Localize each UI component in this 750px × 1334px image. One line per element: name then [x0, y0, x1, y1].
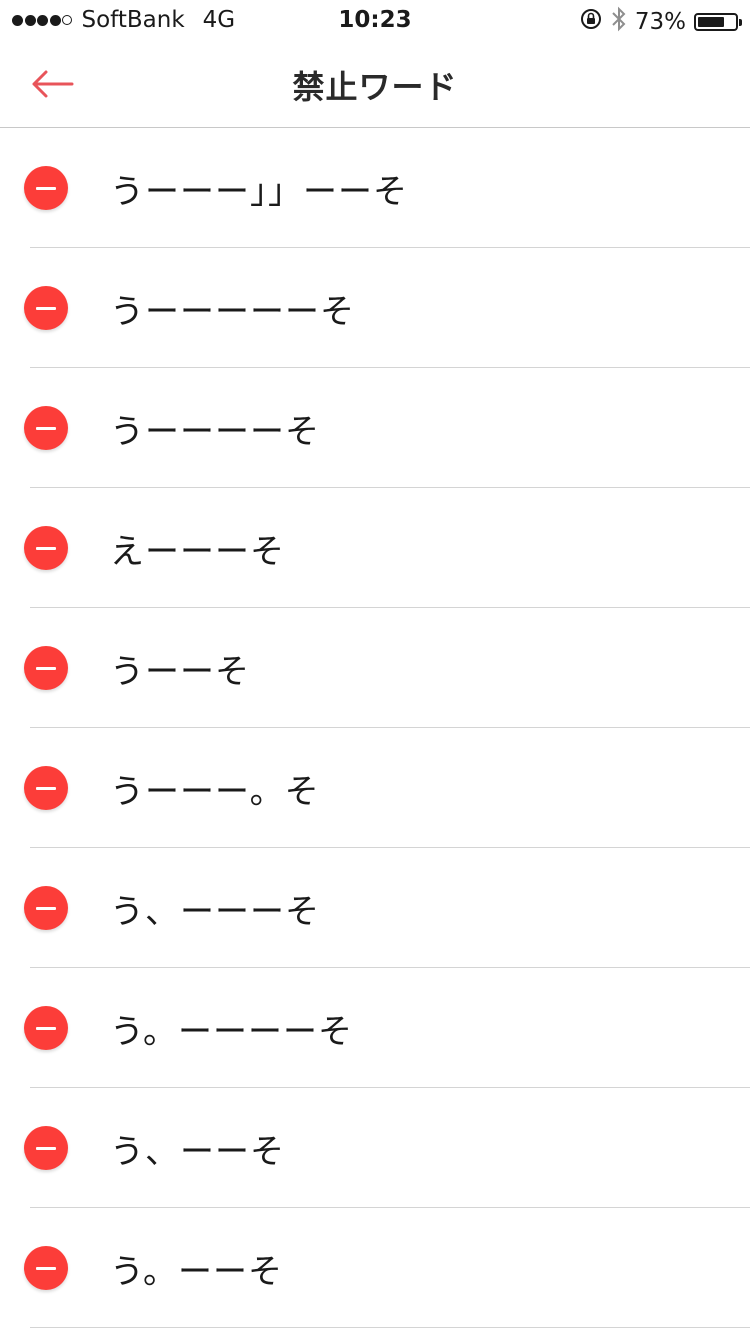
banned-word-text: うーーーーーそ: [110, 292, 355, 332]
banned-word-text: う。ーーそ: [110, 1252, 283, 1292]
list-item[interactable]: う、ーーーそ: [0, 848, 750, 968]
banned-word-text: うーーー。そ: [110, 772, 320, 812]
banned-word-text: えーーーそ: [110, 532, 285, 572]
bluetooth-icon: [611, 6, 627, 38]
status-bar: SoftBank 4G 10:23 73%: [0, 0, 750, 40]
banned-word-text: うーーそ: [110, 652, 250, 692]
delete-minus-icon[interactable]: [24, 646, 68, 690]
battery-icon: [694, 13, 742, 31]
list-item[interactable]: う。ーーそ: [0, 1208, 750, 1328]
battery-percentage: 73%: [634, 9, 686, 35]
delete-minus-icon[interactable]: [24, 886, 68, 930]
banned-word-text: うーーー」」ーーそ: [110, 172, 408, 212]
delete-minus-icon[interactable]: [24, 766, 68, 810]
orientation-lock-icon: [579, 7, 603, 37]
delete-minus-icon[interactable]: [24, 406, 68, 450]
list-item[interactable]: う、ーーそ: [0, 1088, 750, 1208]
banned-word-text: う。ーーーーそ: [110, 1012, 353, 1052]
delete-minus-icon[interactable]: [24, 286, 68, 330]
delete-minus-icon[interactable]: [24, 1006, 68, 1050]
status-right: 73%: [571, 6, 742, 38]
delete-minus-icon[interactable]: [24, 1126, 68, 1170]
delete-minus-icon[interactable]: [24, 166, 68, 210]
list-item[interactable]: う。ーーーーそ: [0, 968, 750, 1088]
list-item[interactable]: うーーそ: [0, 608, 750, 728]
list-item[interactable]: えーーーそ: [0, 488, 750, 608]
delete-minus-icon[interactable]: [24, 1246, 68, 1290]
list-item[interactable]: うーーー」」ーーそ: [0, 128, 750, 248]
delete-minus-icon[interactable]: [24, 526, 68, 570]
list-item[interactable]: うーーー。そ: [0, 728, 750, 848]
page-title: 禁止ワード: [292, 68, 458, 106]
list-item[interactable]: うーーーーーそ: [0, 248, 750, 368]
banned-word-text: う、ーーそ: [110, 1132, 285, 1172]
banned-words-list: うーーー」」ーーそ うーーーーーそ うーーーーそ えーーーそうーーそうーーー。そ う、ー…: [0, 128, 750, 1328]
banned-word-text: うーーーーそ: [110, 412, 320, 452]
navigation-bar: 禁止ワード: [0, 40, 750, 128]
banned-word-text: う、ーーーそ: [110, 892, 320, 932]
list-item[interactable]: うーーーーそ: [0, 368, 750, 488]
